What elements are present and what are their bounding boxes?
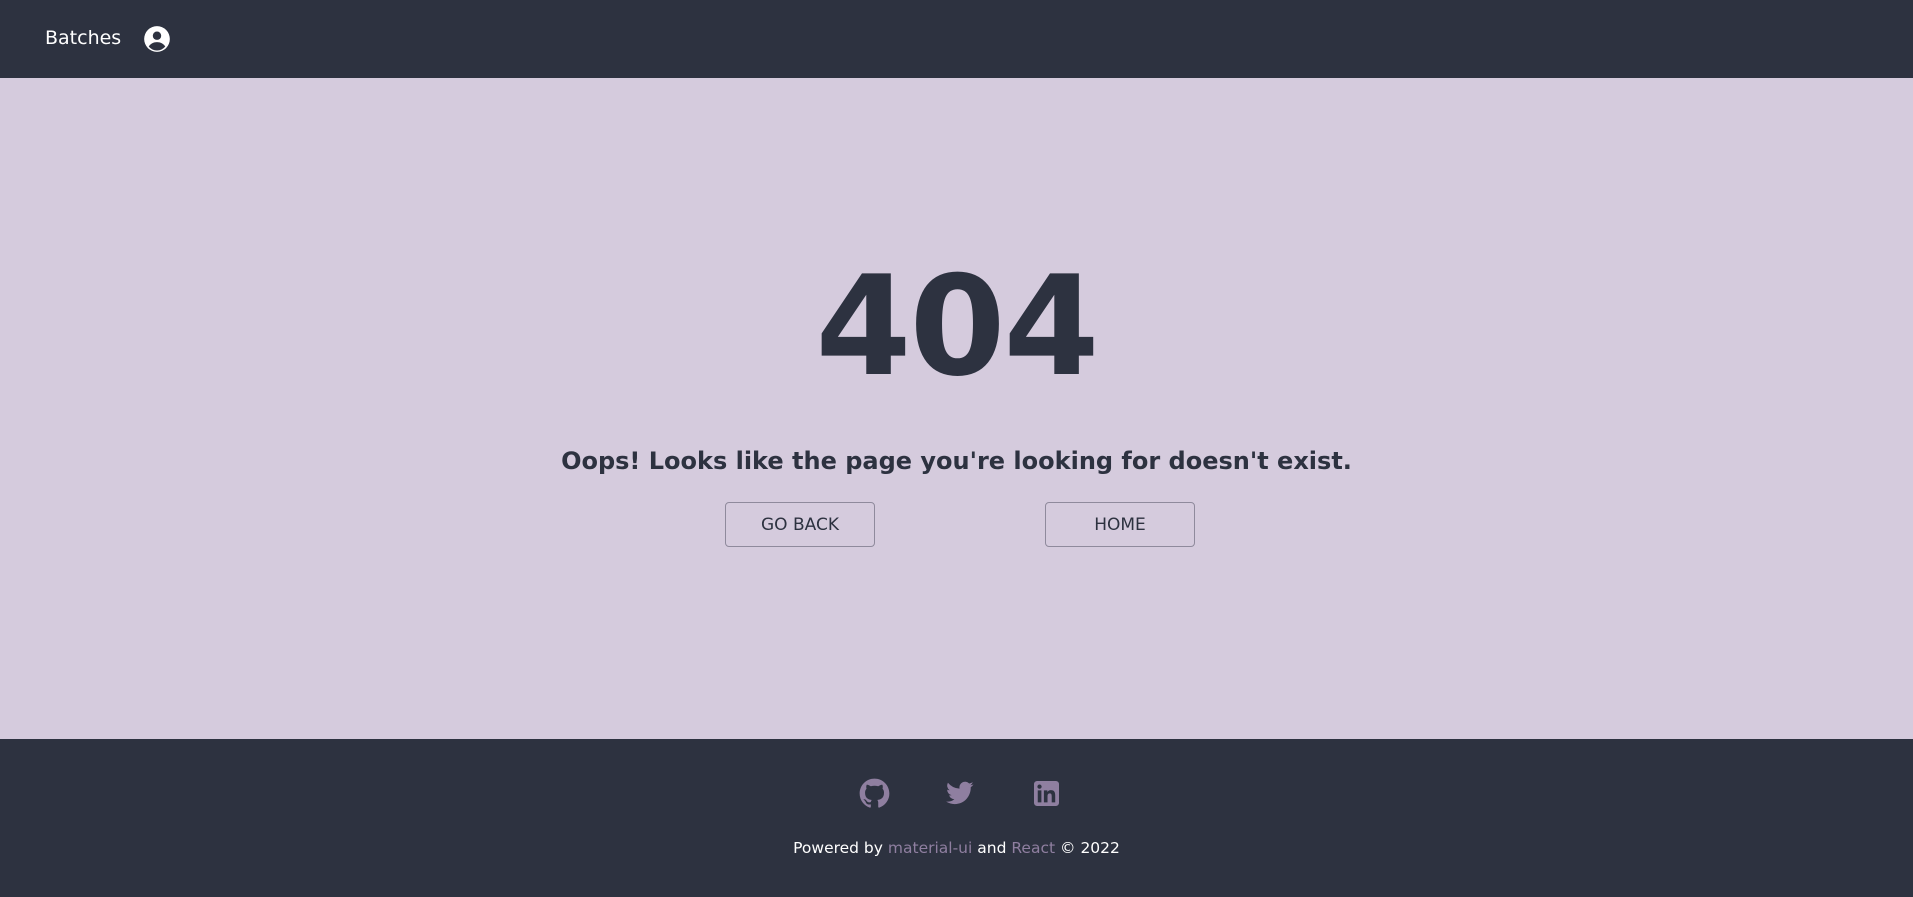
top-app-bar: Batches bbox=[0, 0, 1913, 78]
error-message: Oops! Looks like the page you're looking… bbox=[561, 447, 1352, 475]
error-code: 404 bbox=[815, 246, 1099, 407]
go-back-button[interactable]: GO BACK bbox=[725, 502, 875, 547]
powered-by-text: Powered by material-ui and React © 2022 bbox=[0, 839, 1913, 857]
material-ui-link[interactable]: material-ui bbox=[888, 839, 972, 857]
linkedin-link[interactable] bbox=[1030, 777, 1062, 809]
and-text: and bbox=[977, 839, 1007, 857]
copyright-text: © 2022 bbox=[1060, 839, 1120, 857]
twitter-icon bbox=[946, 781, 974, 805]
home-button[interactable]: HOME bbox=[1045, 502, 1195, 547]
linkedin-icon bbox=[1033, 780, 1059, 806]
brand-link[interactable]: Batches bbox=[45, 27, 121, 49]
account-button[interactable] bbox=[142, 24, 172, 54]
twitter-link[interactable] bbox=[944, 777, 976, 809]
github-link[interactable] bbox=[858, 777, 890, 809]
footer: Powered by material-ui and React © 2022 bbox=[0, 739, 1913, 897]
main-content: 404 Oops! Looks like the page you're loo… bbox=[0, 78, 1913, 739]
powered-by-prefix: Powered by bbox=[793, 839, 883, 857]
account-circle-icon bbox=[144, 26, 170, 52]
github-icon bbox=[859, 778, 889, 808]
react-link[interactable]: React bbox=[1011, 839, 1055, 857]
